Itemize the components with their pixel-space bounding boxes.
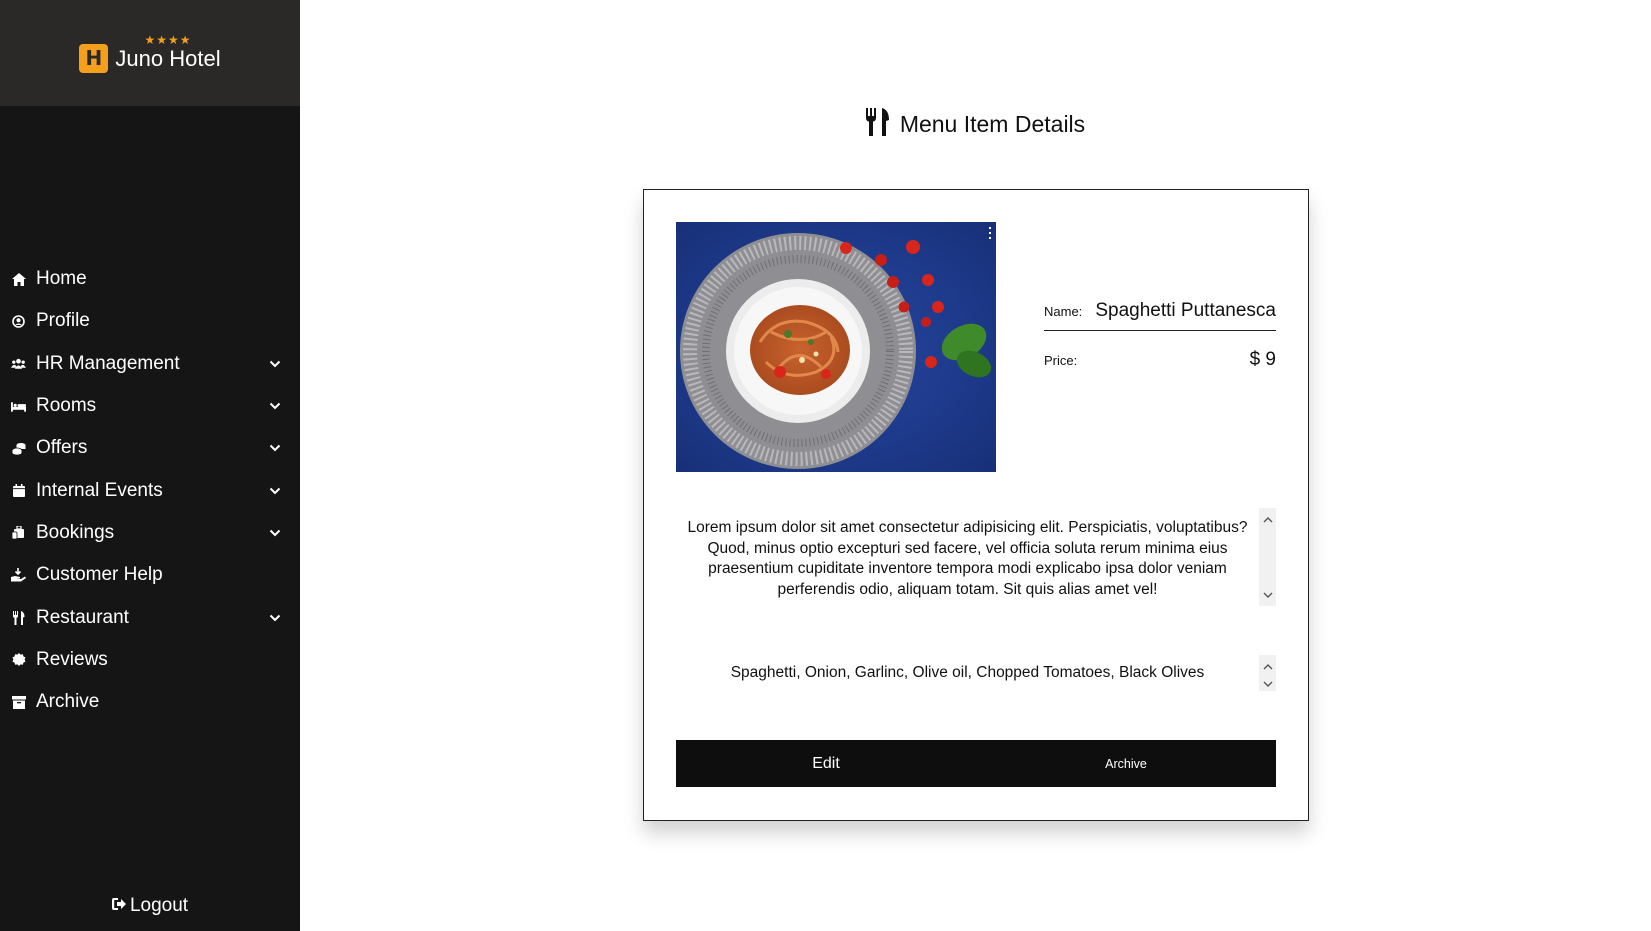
ingredients-textarea[interactable]: Spaghetti, Onion, Garlinc, Olive oil, Ch… (676, 655, 1276, 691)
logout-label: Logout (129, 895, 189, 916)
menu-item-card: Name: Spaghetti Puttanesca Price: $ 9 Lo… (643, 189, 1309, 821)
sidebar-item-customer-help[interactable]: Customer Help (0, 554, 300, 596)
chevron-down-icon[interactable] (268, 357, 282, 371)
scroll-up-icon[interactable] (1263, 657, 1273, 675)
action-bar: Edit Archive (676, 740, 1276, 787)
brand-text: ★★★★ Juno Hotel (115, 34, 220, 72)
sidebar-item-offers[interactable]: Offers (0, 427, 300, 469)
archive-icon (11, 695, 26, 710)
chevron-down-icon[interactable] (268, 441, 282, 455)
menu-item-photo (676, 222, 996, 472)
user-circle-icon (11, 314, 26, 329)
home-icon (11, 272, 26, 287)
sidebar-item-label: Profile (36, 310, 90, 332)
description-text: Lorem ipsum dolor sit amet consectetur a… (687, 519, 1248, 598)
sidebar-item-label: Reviews (36, 648, 108, 670)
sidebar-item-internal-events[interactable]: Internal Events (0, 469, 300, 511)
sidebar-item-label: Restaurant (36, 606, 129, 628)
calendar-icon (11, 483, 26, 498)
sidebar-item-archive[interactable]: Archive (0, 681, 300, 723)
price-value: $ 9 (1249, 349, 1276, 370)
sidebar-item-hr-management[interactable]: HR Management (0, 343, 300, 385)
name-label: Name: (1044, 304, 1083, 319)
ingredients-scrollbar[interactable] (1259, 655, 1276, 691)
scroll-down-icon[interactable] (1263, 586, 1273, 604)
sidebar-item-rooms[interactable]: Rooms (0, 385, 300, 427)
brand-header: H ★★★★ Juno Hotel (0, 0, 300, 106)
sidebar-item-bookings[interactable]: Bookings (0, 512, 300, 554)
name-field: Name: Spaghetti Puttanesca (1044, 300, 1276, 331)
chevron-down-icon[interactable] (268, 611, 282, 625)
price-label: Price: (1044, 353, 1078, 368)
hotel-logo-icon: H (79, 43, 109, 73)
brand-name: Juno Hotel (115, 46, 221, 71)
sidebar-item-label: Home (36, 268, 87, 290)
scroll-down-icon[interactable] (1263, 675, 1273, 693)
sidebar-item-label: Offers (36, 437, 88, 459)
edit-button[interactable]: Edit (676, 740, 976, 787)
sidebar-item-home[interactable]: Home (0, 258, 300, 300)
sidebar-item-label: Rooms (36, 395, 97, 417)
sidebar-item-label: Internal Events (36, 479, 163, 501)
description-textarea[interactable]: Lorem ipsum dolor sit amet consectetur a… (676, 508, 1276, 606)
ingredients-text: Spaghetti, Onion, Garlinc, Olive oil, Ch… (730, 663, 1205, 681)
sidebar-item-label: Customer Help (36, 564, 163, 586)
sidebar-nav: Home Profile HR Management Rooms Offers … (0, 258, 300, 723)
chevron-down-icon[interactable] (268, 484, 282, 498)
app-root: H ★★★★ Juno Hotel Home Profile HR Manage… (0, 0, 1651, 931)
sign-out-icon (111, 897, 126, 915)
utensils-icon (865, 108, 890, 141)
price-field: Price: $ 9 (1044, 349, 1276, 371)
rating-stars: ★★★★ (144, 33, 192, 47)
name-value: Spaghetti Puttanesca (1095, 300, 1276, 321)
item-fields: Name: Spaghetti Puttanesca Price: $ 9 (1044, 300, 1276, 371)
sidebar: H ★★★★ Juno Hotel Home Profile HR Manage… (0, 0, 300, 931)
page-title: Menu Item Details (300, 108, 1651, 141)
coins-icon (11, 441, 26, 456)
hand-holding-icon (11, 568, 26, 583)
users-icon (11, 356, 26, 371)
description-scrollbar[interactable] (1259, 508, 1276, 606)
sidebar-item-profile[interactable]: Profile (0, 300, 300, 342)
bed-icon (11, 399, 26, 414)
logout-button[interactable]: Logout (0, 895, 300, 917)
sidebar-item-label: Archive (36, 691, 100, 713)
chevron-down-icon[interactable] (268, 399, 282, 413)
sidebar-item-label: Bookings (36, 521, 115, 543)
brand-logo[interactable]: H ★★★★ Juno Hotel (79, 34, 221, 73)
page-title-text: Menu Item Details (899, 111, 1086, 137)
luggage-icon (11, 525, 26, 540)
archive-button[interactable]: Archive (976, 740, 1276, 787)
chevron-down-icon[interactable] (268, 526, 282, 540)
sidebar-item-restaurant[interactable]: Restaurant (0, 596, 300, 638)
sidebar-item-reviews[interactable]: Reviews (0, 639, 300, 681)
utensils-icon (11, 610, 26, 625)
badge-icon (11, 652, 26, 667)
sidebar-item-label: HR Management (36, 352, 180, 374)
scroll-up-icon[interactable] (1263, 510, 1273, 528)
